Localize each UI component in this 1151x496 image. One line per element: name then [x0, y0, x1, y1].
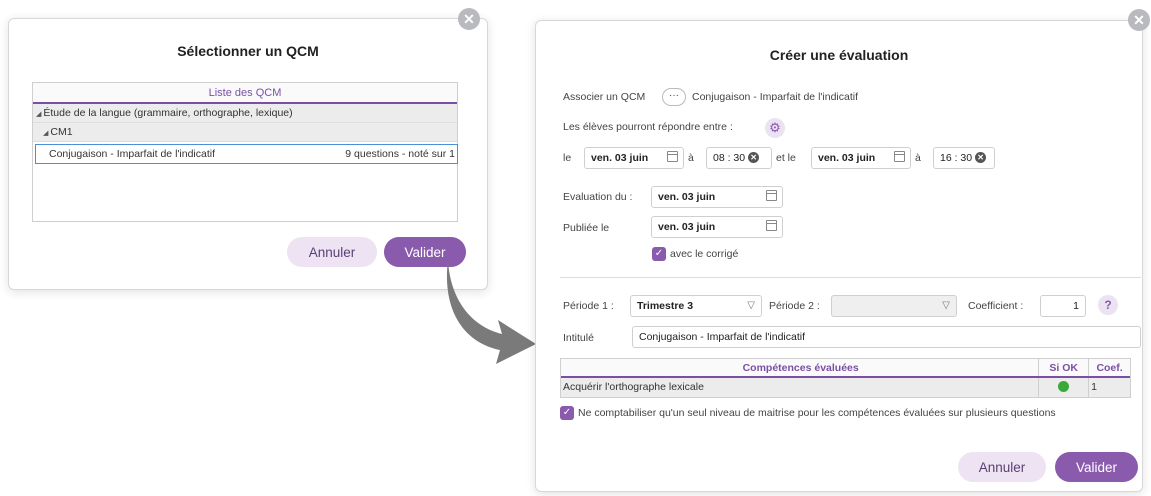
- published-label: Publiée le: [563, 222, 610, 234]
- a-label: à: [915, 152, 921, 164]
- associated-qcm-name: Conjugaison - Imparfait de l'indicatif: [692, 91, 859, 103]
- intitule-label: Intitulé: [563, 332, 594, 344]
- table-row[interactable]: Acquérir l'orthographe lexicale 1: [561, 378, 1130, 397]
- select-qcm-dialog: Sélectionner un QCM Liste des QCM ◢ Étude…: [8, 18, 488, 290]
- status-dot-icon[interactable]: [1058, 381, 1070, 392]
- qcm-info: 9 questions - noté sur 1: [345, 148, 455, 160]
- col-coef: Coef.: [1096, 362, 1123, 374]
- evaluation-date-value: ven. 03 juin: [658, 191, 716, 203]
- chevron-down-icon: ▽: [747, 300, 755, 311]
- cancel-button[interactable]: Annuler: [287, 237, 377, 267]
- calendar-icon[interactable]: [667, 151, 678, 162]
- close-icon[interactable]: ✕: [458, 8, 480, 30]
- si-ok-cell[interactable]: [1039, 378, 1090, 397]
- start-time-value: 08 : 30: [713, 152, 746, 164]
- qcm-item-selected[interactable]: Conjugaison - Imparfait de l'indicatif 9…: [35, 144, 458, 164]
- clear-icon[interactable]: ✕: [975, 152, 987, 163]
- evaluation-date-label: Evaluation du :: [563, 191, 633, 203]
- divider: [560, 277, 1141, 278]
- start-time-field[interactable]: 08 : 30 ✕: [706, 147, 772, 169]
- category-label: Étude de la langue (grammaire, orthograp…: [43, 107, 293, 119]
- published-date-field[interactable]: ven. 03 juin: [651, 216, 783, 238]
- collapse-triangle-icon[interactable]: ◢: [43, 130, 48, 137]
- periode2-select[interactable]: ▽: [831, 295, 957, 317]
- clear-icon[interactable]: ✕: [748, 152, 760, 163]
- start-date-value: ven. 03 juin: [591, 152, 649, 164]
- periode1-label: Période 1 :: [563, 300, 614, 312]
- chevron-down-icon: ▽: [942, 300, 950, 311]
- published-date-value: ven. 03 juin: [658, 221, 716, 233]
- tree-level-row[interactable]: ◢ CM1: [33, 123, 457, 142]
- a-label: à: [688, 152, 694, 164]
- choose-qcm-button[interactable]: ···: [662, 88, 686, 106]
- le-label: le: [563, 152, 572, 164]
- col-si-ok: Si OK: [1039, 359, 1090, 376]
- end-time-value: 16 : 30: [940, 152, 973, 164]
- periode2-label: Période 2 :: [769, 300, 820, 312]
- calendar-icon[interactable]: [766, 220, 777, 231]
- screen: Sélectionner un QCM Liste des QCM ◢ Étude…: [0, 0, 1151, 496]
- collapse-triangle-icon[interactable]: ◢: [36, 111, 41, 118]
- cancel-button[interactable]: Annuler: [958, 452, 1046, 482]
- qcm-list-header: Liste des QCM: [33, 83, 457, 104]
- qcm-list: Liste des QCM ◢ Étude de la langue (gramm…: [32, 82, 458, 222]
- with-correction-checkbox[interactable]: ✓: [652, 247, 666, 261]
- coefficient-field[interactable]: 1: [1040, 295, 1086, 317]
- table-header: Compétences évaluées Si OK Coef.: [561, 359, 1130, 378]
- intitule-input[interactable]: Conjugaison - Imparfait de l'indicatif: [632, 326, 1141, 348]
- gear-icon[interactable]: ⚙: [765, 118, 785, 138]
- dialog-title: Créer une évaluation: [769, 47, 909, 63]
- end-date-value: ven. 03 juin: [818, 152, 876, 164]
- competence-name: Acquérir l'orthographe lexicale: [561, 378, 1040, 397]
- end-time-field[interactable]: 16 : 30 ✕: [933, 147, 995, 169]
- periode1-value: Trimestre 3: [637, 300, 694, 312]
- validate-button[interactable]: Valider: [1055, 452, 1138, 482]
- level-label: CM1: [50, 126, 73, 138]
- with-correction-label: avec le corrigé: [670, 248, 739, 260]
- tree-category-row[interactable]: ◢ Étude de la langue (grammaire, orthogra…: [33, 104, 457, 123]
- dialog-title: Sélectionner un QCM: [177, 43, 319, 59]
- curved-arrow-icon: [446, 260, 536, 364]
- single-level-label: Ne comptabiliser qu'un seul niveau de ma…: [578, 407, 1056, 419]
- qcm-name: Conjugaison - Imparfait de l'indicatif: [49, 148, 216, 160]
- end-date-field[interactable]: ven. 03 juin: [811, 147, 911, 169]
- help-icon[interactable]: ?: [1098, 295, 1118, 315]
- close-icon[interactable]: ✕: [1128, 9, 1150, 31]
- competences-table: Compétences évaluées Si OK Coef. Acquéri…: [560, 358, 1131, 398]
- et-le-label: et le: [776, 152, 796, 164]
- associate-qcm-label: Associer un QCM: [563, 91, 646, 103]
- students-window-label: Les élèves pourront répondre entre :: [563, 121, 733, 133]
- calendar-icon[interactable]: [766, 190, 777, 201]
- start-date-field[interactable]: ven. 03 juin: [584, 147, 684, 169]
- evaluation-date-field[interactable]: ven. 03 juin: [651, 186, 783, 208]
- calendar-icon[interactable]: [894, 151, 905, 162]
- coefficient-label: Coefficient :: [968, 300, 1024, 312]
- single-level-checkbox[interactable]: ✓: [560, 406, 574, 420]
- coef-cell[interactable]: 1: [1089, 378, 1130, 397]
- col-competences: Compétences évaluées: [561, 359, 1040, 376]
- periode1-select[interactable]: Trimestre 3 ▽: [630, 295, 762, 317]
